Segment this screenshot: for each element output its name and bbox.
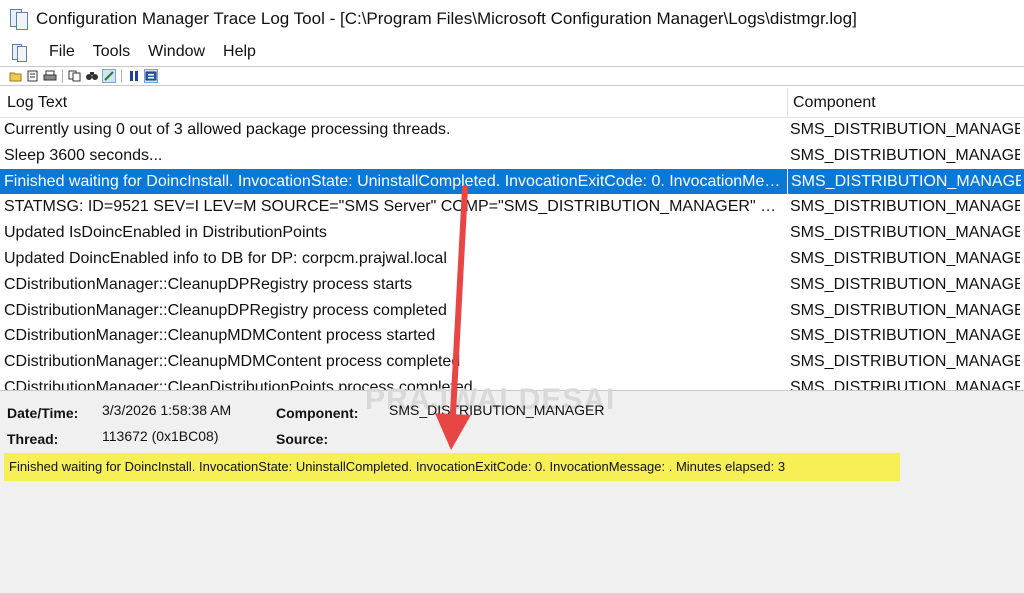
log-row-component: SMS_DISTRIBUTION_MANAGER: [787, 168, 1021, 195]
highlight-icon[interactable]: [102, 69, 116, 83]
column-header-log-text[interactable]: Log Text: [7, 88, 787, 117]
log-row[interactable]: Currently using 0 out of 3 allowed packa…: [0, 117, 1024, 143]
log-list-header: Log Text Component: [0, 88, 1024, 118]
log-row-text: CDistributionManager::CleanupMDMContent …: [4, 353, 461, 371]
log-row-component: SMS_DISTRIBUTION_MANAGER: [790, 146, 1020, 164]
log-row-text: Sleep 3600 seconds...: [4, 146, 163, 164]
log-message-text[interactable]: Finished waiting for DoincInstall. Invoc…: [4, 453, 900, 481]
log-row[interactable]: Updated DoincEnabled info to DB for DP: …: [0, 246, 1024, 272]
log-row-component: SMS_DISTRIBUTION_MANAGER: [790, 353, 1020, 371]
system-menu-icon[interactable]: [10, 43, 30, 62]
log-row-text: STATMSG: ID=9521 SEV=I LEV=M SOURCE="SMS…: [4, 198, 784, 216]
print-preview-icon[interactable]: [26, 69, 40, 83]
toolbar: [0, 66, 1024, 86]
open-icon[interactable]: [9, 69, 23, 83]
log-list[interactable]: Log Text Component Currently using 0 out…: [0, 88, 1024, 391]
log-row-text: Finished waiting for DoincInstall. Invoc…: [4, 172, 784, 190]
log-row-text: Currently using 0 out of 3 allowed packa…: [4, 121, 451, 138]
toolbar-separator: [121, 69, 122, 83]
menu-bar: File Tools Window Help: [0, 38, 1024, 66]
log-row-component: SMS_DISTRIBUTION_MANAGER: [790, 327, 1020, 345]
source-label: Source:: [276, 431, 329, 447]
log-row-component: SMS_DISTRIBUTION_MANAGER: [790, 121, 1020, 138]
log-row-text: Updated DoincEnabled info to DB for DP: …: [4, 249, 447, 267]
log-row-component: SMS_DISTRIBUTION_MANAGER: [790, 301, 1020, 319]
log-row-text: CDistributionManager::CleanupDPRegistry …: [4, 275, 413, 293]
title-bar: Configuration Manager Trace Log Tool - […: [0, 0, 1024, 38]
column-header-component[interactable]: Component: [793, 88, 1018, 117]
log-row-component: SMS_DISTRIBUTION_MANAGER: [790, 224, 1020, 242]
log-row[interactable]: Sleep 3600 seconds... SMS_DISTRIBUTION_MA…: [0, 143, 1024, 169]
thread-value: 113672 (0x1BC08): [102, 428, 219, 444]
window-title: Configuration Manager Trace Log Tool - […: [36, 9, 857, 28]
filter-icon[interactable]: [144, 69, 158, 83]
details-pane: PRAJWALDESAI Date/Time: 3/3/2026 1:58:38…: [0, 383, 1024, 593]
log-row[interactable]: CDistributionManager::CleanupMDMContent …: [0, 349, 1024, 375]
column-divider[interactable]: [787, 88, 788, 117]
app-icon: [8, 8, 30, 30]
log-rows: Currently using 0 out of 3 allowed packa…: [0, 117, 1024, 391]
copy-icon[interactable]: [68, 69, 82, 83]
log-row[interactable]: STATMSG: ID=9521 SEV=I LEV=M SOURCE="SMS…: [0, 194, 1024, 220]
log-row-text: CDistributionManager::CleanupMDMContent …: [4, 327, 436, 345]
log-row[interactable]: Finished waiting for DoincInstall. Invoc…: [0, 168, 1024, 195]
component-value: SMS_DISTRIBUTION_MANAGER: [389, 402, 605, 418]
log-row-component: SMS_DISTRIBUTION_MANAGER: [790, 249, 1020, 267]
log-row-component: SMS_DISTRIBUTION_MANAGER: [790, 275, 1020, 293]
log-row[interactable]: Updated IsDoincEnabled in DistributionPo…: [0, 220, 1024, 246]
menu-help[interactable]: Help: [214, 43, 265, 61]
menu-window[interactable]: Window: [139, 43, 214, 61]
menu-tools[interactable]: Tools: [84, 43, 139, 61]
datetime-label: Date/Time:: [7, 405, 79, 421]
toolbar-separator: [62, 69, 63, 83]
log-row-component: SMS_DISTRIBUTION_MANAGER: [790, 198, 1020, 216]
log-row[interactable]: CDistributionManager::CleanupMDMContent …: [0, 323, 1024, 349]
log-row-text: Updated IsDoincEnabled in DistributionPo…: [4, 224, 327, 242]
log-row[interactable]: CDistributionManager::CleanupDPRegistry …: [0, 298, 1024, 324]
find-icon[interactable]: [85, 69, 99, 83]
datetime-value: 3/3/2026 1:58:38 AM: [102, 402, 232, 418]
menu-file[interactable]: File: [40, 43, 84, 61]
log-row-component: SMS_DISTRIBUTION_MANAGER: [790, 378, 1020, 391]
pause-icon[interactable]: [127, 69, 141, 83]
component-label: Component:: [276, 405, 359, 421]
thread-label: Thread:: [7, 431, 59, 447]
log-row-text: CDistributionManager::CleanupDPRegistry …: [4, 301, 447, 319]
log-row[interactable]: CDistributionManager::CleanupDPRegistry …: [0, 272, 1024, 298]
print-icon[interactable]: [43, 69, 57, 83]
